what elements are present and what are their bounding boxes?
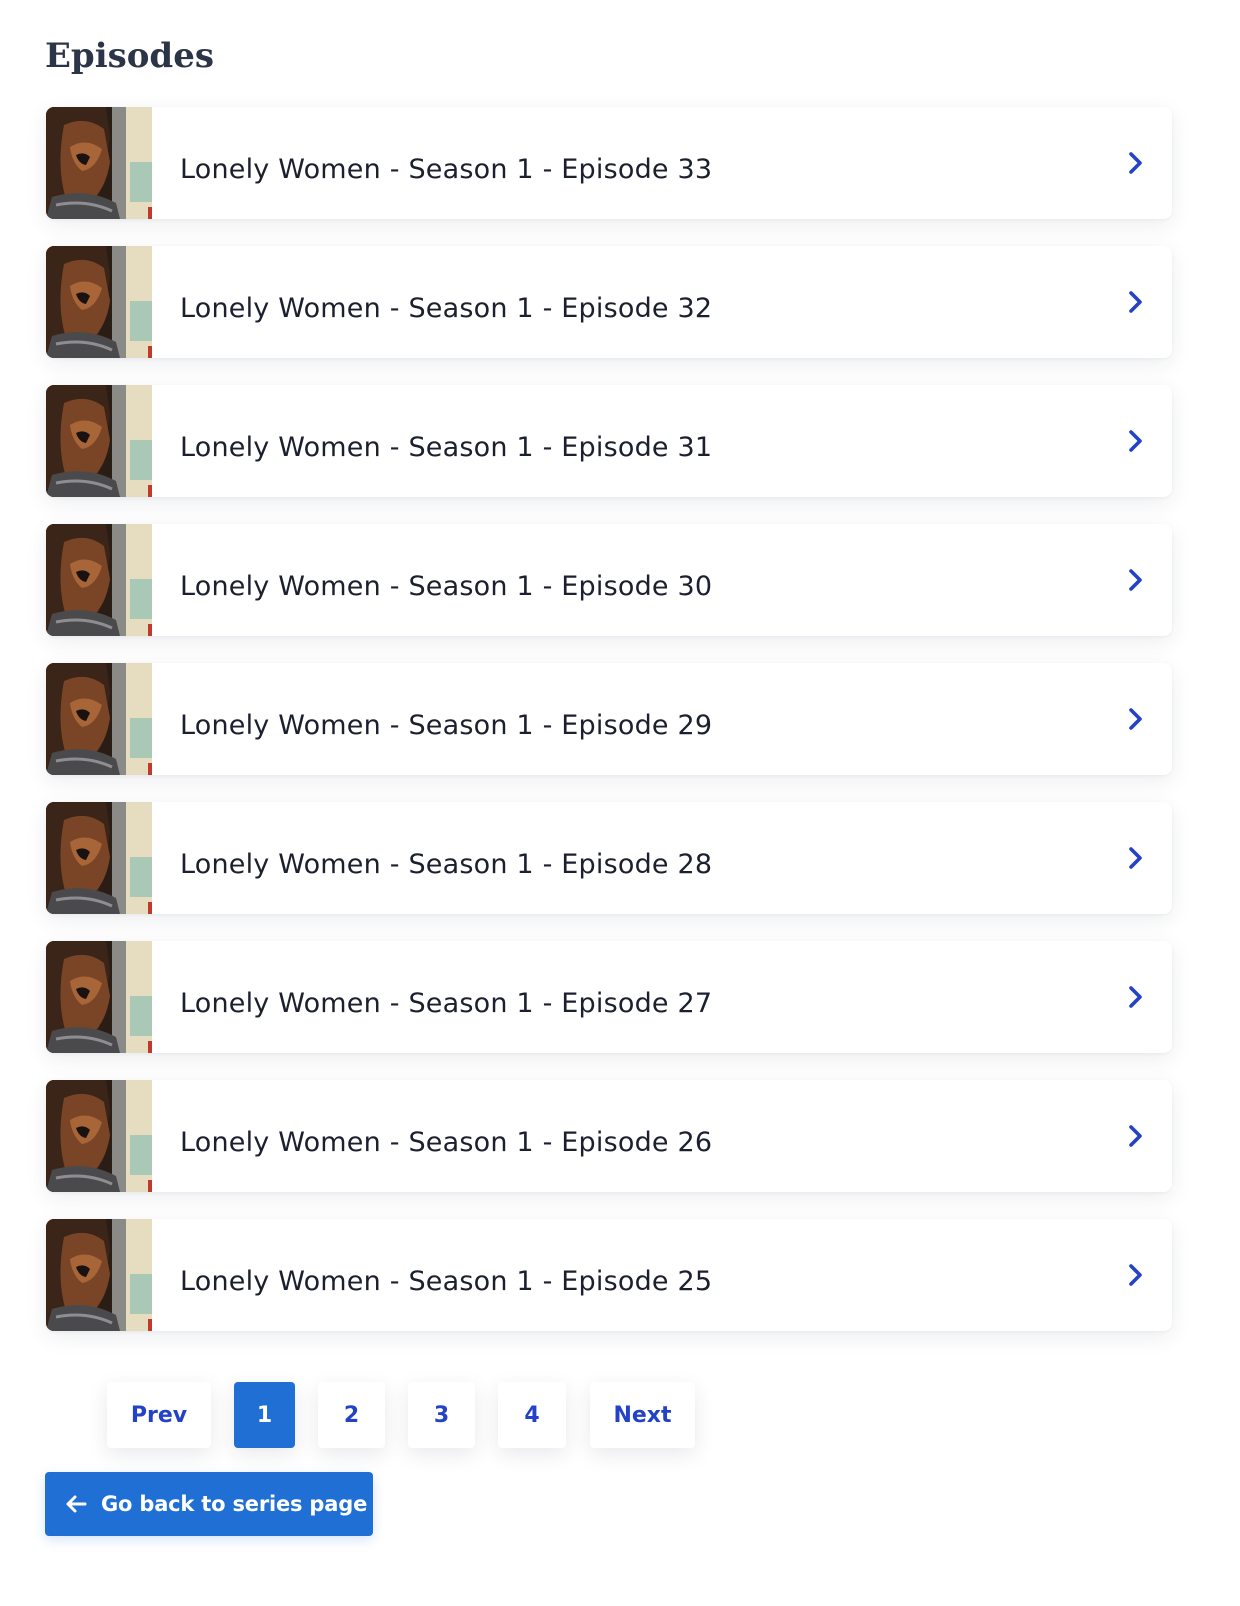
page-button-3[interactable]: 3 <box>408 1382 475 1448</box>
page-button-1[interactable]: 1 <box>234 1382 295 1448</box>
chevron-right-icon[interactable] <box>1126 707 1146 731</box>
episode-title: Lonely Women - Season 1 - Episode 32 <box>180 292 713 324</box>
page-button-4[interactable]: 4 <box>498 1382 566 1448</box>
episode-thumbnail <box>46 246 152 358</box>
episode-thumbnail <box>46 1080 152 1192</box>
episode-title: Lonely Women - Season 1 - Episode 33 <box>180 153 713 185</box>
chevron-right-icon[interactable] <box>1126 151 1146 175</box>
episode-thumbnail <box>46 524 152 636</box>
chevron-right-icon[interactable] <box>1126 429 1146 453</box>
chevron-right-icon[interactable] <box>1126 568 1146 592</box>
episode-thumbnail <box>46 941 152 1053</box>
chevron-right-icon[interactable] <box>1126 290 1146 314</box>
episode-item[interactable]: Lonely Women - Season 1 - Episode 33 <box>46 107 1172 219</box>
episode-title: Lonely Women - Season 1 - Episode 29 <box>180 709 713 741</box>
episode-title: Lonely Women - Season 1 - Episode 30 <box>180 570 713 602</box>
chevron-right-icon[interactable] <box>1126 1263 1146 1287</box>
episode-title: Lonely Women - Season 1 - Episode 28 <box>180 848 713 880</box>
arrow-left-icon <box>66 1495 87 1513</box>
back-to-series-button[interactable]: Go back to series page <box>45 1472 373 1536</box>
episode-list: Lonely Women - Season 1 - Episode 33 Lon… <box>46 107 1172 1358</box>
next-button[interactable]: Next <box>590 1382 695 1448</box>
episode-title: Lonely Women - Season 1 - Episode 27 <box>180 987 713 1019</box>
episode-item[interactable]: Lonely Women - Season 1 - Episode 26 <box>46 1080 1172 1192</box>
episode-thumbnail <box>46 802 152 914</box>
episode-thumbnail <box>46 107 152 219</box>
episode-item[interactable]: Lonely Women - Season 1 - Episode 31 <box>46 385 1172 497</box>
episode-title: Lonely Women - Season 1 - Episode 25 <box>180 1265 713 1297</box>
episode-item[interactable]: Lonely Women - Season 1 - Episode 27 <box>46 941 1172 1053</box>
page-button-2[interactable]: 2 <box>318 1382 385 1448</box>
episode-item[interactable]: Lonely Women - Season 1 - Episode 25 <box>46 1219 1172 1331</box>
episode-thumbnail <box>46 663 152 775</box>
episode-item[interactable]: Lonely Women - Season 1 - Episode 30 <box>46 524 1172 636</box>
episode-thumbnail <box>46 1219 152 1331</box>
episode-thumbnail <box>46 385 152 497</box>
episode-title: Lonely Women - Season 1 - Episode 31 <box>180 431 713 463</box>
page-title: Episodes <box>45 36 214 76</box>
prev-button[interactable]: Prev <box>107 1382 211 1448</box>
episode-item[interactable]: Lonely Women - Season 1 - Episode 28 <box>46 802 1172 914</box>
episode-item[interactable]: Lonely Women - Season 1 - Episode 32 <box>46 246 1172 358</box>
chevron-right-icon[interactable] <box>1126 1124 1146 1148</box>
chevron-right-icon[interactable] <box>1126 985 1146 1009</box>
back-to-series-label: Go back to series page <box>101 1492 368 1516</box>
episode-title: Lonely Women - Season 1 - Episode 26 <box>180 1126 713 1158</box>
chevron-right-icon[interactable] <box>1126 846 1146 870</box>
episode-item[interactable]: Lonely Women - Season 1 - Episode 29 <box>46 663 1172 775</box>
